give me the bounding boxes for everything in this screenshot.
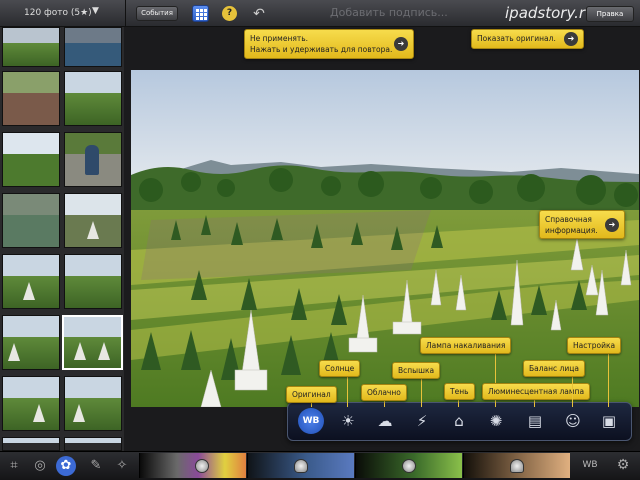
label-shade: Тень <box>444 383 475 400</box>
thumbnail[interactable] <box>2 376 60 431</box>
thumbnail[interactable] <box>64 71 122 126</box>
vegetation-slider[interactable] <box>355 453 462 478</box>
thumbnail[interactable] <box>2 315 60 370</box>
palette-icon[interactable]: ✿ <box>56 456 76 476</box>
label-face: Баланс лица <box>523 360 585 377</box>
wb-original-icon[interactable]: WB <box>298 408 324 434</box>
gear-icon[interactable]: ⚙ <box>614 455 632 475</box>
undo-icon[interactable]: ↶ <box>250 5 268 23</box>
white-balance-button[interactable]: WB <box>578 454 602 476</box>
original-tooltip-text: Показать оригинал. <box>477 34 556 43</box>
thumbnail[interactable] <box>64 193 122 248</box>
slider-knob[interactable] <box>195 459 209 473</box>
fluorescent-icon[interactable]: ▤ <box>522 407 548 435</box>
thumbnail[interactable] <box>2 254 60 309</box>
slider-knob[interactable] <box>402 459 416 473</box>
label-incandescent: Лампа накаливания <box>420 337 512 354</box>
undo-tooltip-line2: Нажать и удерживать для повтора. <box>250 45 393 54</box>
thumbnail[interactable] <box>64 437 122 451</box>
effects-icon[interactable]: ✧ <box>112 456 132 476</box>
thumbnail[interactable] <box>2 132 60 187</box>
label-original: Оригинал <box>286 386 337 403</box>
thumbnail[interactable] <box>2 193 60 248</box>
help-tooltip[interactable]: Справочная информация. ➜ <box>539 210 625 239</box>
watermark: ipadstory.ru <box>505 4 595 22</box>
thumbnail[interactable] <box>2 437 60 451</box>
brush-icon[interactable]: ✎ <box>86 456 106 476</box>
undo-tooltip-line1: Не применять. <box>250 34 309 43</box>
label-stem <box>608 350 609 407</box>
cloud-icon[interactable]: ☁ <box>372 407 398 435</box>
events-button[interactable]: События <box>136 6 178 21</box>
exposure-slider[interactable] <box>139 453 246 478</box>
arrow-right-icon[interactable]: ➜ <box>605 217 619 232</box>
label-flash: Вспышка <box>392 362 441 379</box>
thumbnail-sidebar <box>0 27 124 451</box>
label-stem <box>347 372 348 407</box>
saturation-slider[interactable] <box>247 453 354 478</box>
incandescent-icon[interactable]: ✺ <box>483 407 509 435</box>
label-fluorescent: Люминесцентная лампа <box>482 383 591 400</box>
undo-tooltip[interactable]: Не применять. Нажать и удерживать для по… <box>244 29 414 59</box>
thumbnail[interactable] <box>64 27 122 67</box>
chevron-down-icon[interactable]: ▼ <box>92 6 99 16</box>
top-toolbar: 120 фото (5★) ▼ События ? ↶ Добавить под… <box>0 0 640 27</box>
slider-knob[interactable] <box>510 459 524 473</box>
label-custom: Настройка <box>567 337 622 354</box>
thumbnail[interactable] <box>64 132 122 187</box>
custom-icon[interactable]: ▣ <box>596 407 622 435</box>
app-window: 120 фото (5★) ▼ События ? ↶ Добавить под… <box>0 0 640 480</box>
arrow-right-icon[interactable]: ➜ <box>564 32 578 46</box>
thumbnail[interactable] <box>2 27 60 67</box>
caption-input[interactable]: Добавить подпись... <box>330 6 448 19</box>
arrow-right-icon[interactable]: ➜ <box>394 37 408 51</box>
face-icon[interactable]: ☺ <box>560 407 586 435</box>
flash-icon[interactable]: ⚡ <box>409 407 435 435</box>
slider-knob[interactable] <box>294 459 308 473</box>
thumbnail-selected[interactable] <box>62 315 123 370</box>
photo-count[interactable]: 120 фото (5★) <box>24 8 92 18</box>
help-icon[interactable]: ? <box>222 6 237 21</box>
skin-tone-slider[interactable] <box>463 453 570 478</box>
label-cloudy: Облачно <box>361 384 407 401</box>
redeye-icon[interactable]: ◎ <box>30 456 50 476</box>
edit-button[interactable]: Правка <box>586 6 634 22</box>
shade-icon[interactable]: ⌂ <box>446 407 472 435</box>
divider <box>125 0 126 27</box>
thumbnail[interactable] <box>64 376 122 431</box>
label-sun: Солнце <box>319 360 361 377</box>
sun-icon[interactable]: ☀ <box>335 407 361 435</box>
label-stem <box>572 372 573 407</box>
grid-icon[interactable] <box>192 5 209 22</box>
crop-icon[interactable]: ⌗ <box>4 456 24 476</box>
thumbnail[interactable] <box>2 71 60 126</box>
thumbnail[interactable] <box>64 254 122 309</box>
original-tooltip[interactable]: Показать оригинал. ➜ <box>471 29 584 49</box>
